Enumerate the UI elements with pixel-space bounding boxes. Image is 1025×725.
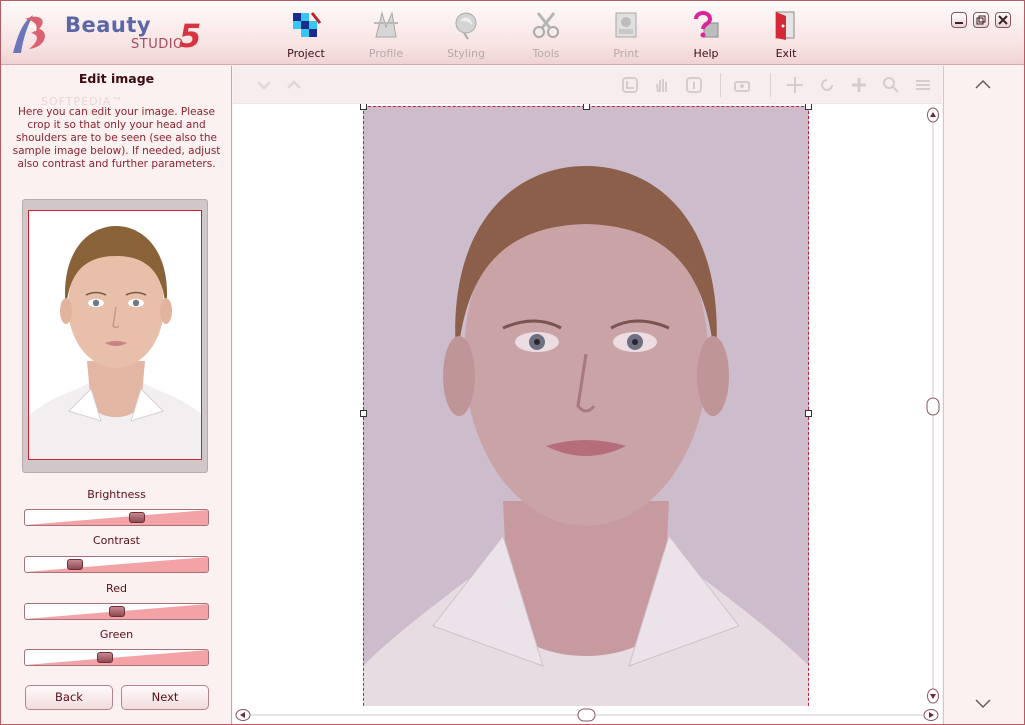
vertical-scrollbar[interactable]: [925, 106, 941, 706]
profile-icon: [374, 11, 398, 38]
brightness-label: Brightness: [87, 488, 146, 501]
help-icon: [694, 11, 719, 38]
panel-scroll-up-icon[interactable]: [974, 78, 992, 90]
brightness-slider-thumb[interactable]: [129, 512, 145, 523]
edit-image-panel: Edit image SOFTPEDIA™ Here you can edit …: [1, 66, 232, 724]
logo-studio: STUDIO: [131, 37, 184, 52]
nav-tools-label: Tools: [532, 47, 560, 60]
image-canvas[interactable]: [233, 104, 942, 712]
green-slider-thumb[interactable]: [97, 652, 113, 663]
top-bar: Beauty STUDIO 5 Project Profile Styling …: [1, 1, 1024, 65]
info-icon[interactable]: [685, 76, 703, 94]
red-slider-thumb[interactable]: [109, 606, 125, 617]
nav-project[interactable]: Project: [271, 7, 341, 63]
nav-profile-label: Profile: [368, 47, 404, 60]
chevron-up-icon[interactable]: [285, 76, 303, 94]
scroll-down-icon[interactable]: [927, 688, 939, 704]
chevron-down-icon[interactable]: [255, 76, 273, 94]
contrast-slider-thumb[interactable]: [67, 559, 83, 570]
close-icon: [998, 15, 1008, 25]
print-icon: [615, 12, 637, 38]
toolbar-divider: [720, 73, 721, 97]
red-slider[interactable]: [24, 603, 209, 620]
red-label: Red: [106, 582, 127, 595]
project-icon: [293, 12, 322, 37]
image-workspace: [233, 66, 942, 724]
exit-icon: [775, 11, 795, 40]
logo-mark-icon: [13, 15, 45, 53]
crop-handle-top-left[interactable]: [360, 104, 367, 110]
nav-help[interactable]: Help: [671, 7, 741, 63]
instructions-text: Here you can edit your image. Please cro…: [12, 106, 221, 170]
back-button[interactable]: Back: [25, 685, 113, 710]
app-window: Beauty STUDIO 5 Project Profile Styling …: [0, 0, 1025, 725]
nav-tools[interactable]: Tools: [511, 7, 581, 63]
resize-icon[interactable]: [850, 76, 868, 94]
toolbar-divider: [770, 73, 771, 97]
scroll-up-icon[interactable]: [927, 107, 939, 123]
sample-image-frame: [22, 199, 208, 473]
crop-frame[interactable]: [363, 106, 809, 712]
camera-icon[interactable]: [733, 76, 751, 94]
minimize-icon: [955, 22, 963, 24]
nav-profile[interactable]: Profile: [351, 7, 421, 63]
app-logo: Beauty STUDIO 5: [7, 9, 217, 57]
slider-ramp-icon: [25, 650, 208, 665]
scroll-left-icon[interactable]: [235, 709, 251, 721]
crop-handle-left[interactable]: [360, 410, 367, 417]
contrast-slider[interactable]: [24, 556, 209, 573]
panel-title: Edit image: [78, 71, 155, 86]
panel-scroll-down-icon[interactable]: [974, 698, 992, 710]
crop-handle-top-right[interactable]: [805, 104, 812, 110]
nav-styling[interactable]: Styling: [431, 7, 501, 63]
green-slider[interactable]: [24, 649, 209, 666]
nav-print[interactable]: Print: [591, 7, 661, 63]
hand-icon[interactable]: [653, 76, 671, 94]
tools-icon: [533, 12, 559, 38]
rotate-icon[interactable]: [818, 76, 836, 94]
slider-ramp-icon: [25, 557, 208, 572]
minimize-button[interactable]: [951, 12, 967, 28]
nav-exit[interactable]: Exit: [751, 7, 821, 63]
nav-project-label: Project: [287, 47, 325, 60]
horizontal-scrollbar[interactable]: [233, 706, 942, 724]
close-button[interactable]: [995, 12, 1011, 28]
sample-portrait-icon: [29, 211, 201, 459]
nav-help-label: Help: [693, 47, 719, 60]
logo-number: 5: [179, 17, 202, 55]
nav-exit-label: Exit: [775, 47, 797, 60]
styling-icon: [455, 12, 477, 40]
crop-icon[interactable]: [621, 76, 639, 94]
vertical-scroll-thumb[interactable]: [926, 397, 940, 416]
sample-image: [28, 210, 202, 460]
zoom-icon[interactable]: [882, 76, 900, 94]
maximize-button[interactable]: [973, 12, 989, 28]
nav-styling-label: Styling: [447, 47, 485, 60]
maximize-icon: [976, 15, 986, 25]
menu-icon[interactable]: [914, 76, 932, 94]
green-label: Green: [99, 628, 134, 641]
crop-handle-right[interactable]: [805, 410, 812, 417]
next-button[interactable]: Next: [121, 685, 209, 710]
right-panel: [943, 66, 1024, 724]
contrast-label: Contrast: [92, 534, 140, 547]
image-toolbar: [233, 66, 942, 104]
move-icon[interactable]: [786, 76, 804, 94]
slider-ramp-icon: [25, 510, 208, 525]
crop-handle-top[interactable]: [583, 104, 590, 110]
brightness-slider[interactable]: [24, 509, 209, 526]
nav-print-label: Print: [613, 47, 639, 60]
logo-word: Beauty: [65, 13, 152, 37]
scroll-right-icon[interactable]: [923, 709, 939, 721]
horizontal-scroll-thumb[interactable]: [577, 708, 596, 722]
